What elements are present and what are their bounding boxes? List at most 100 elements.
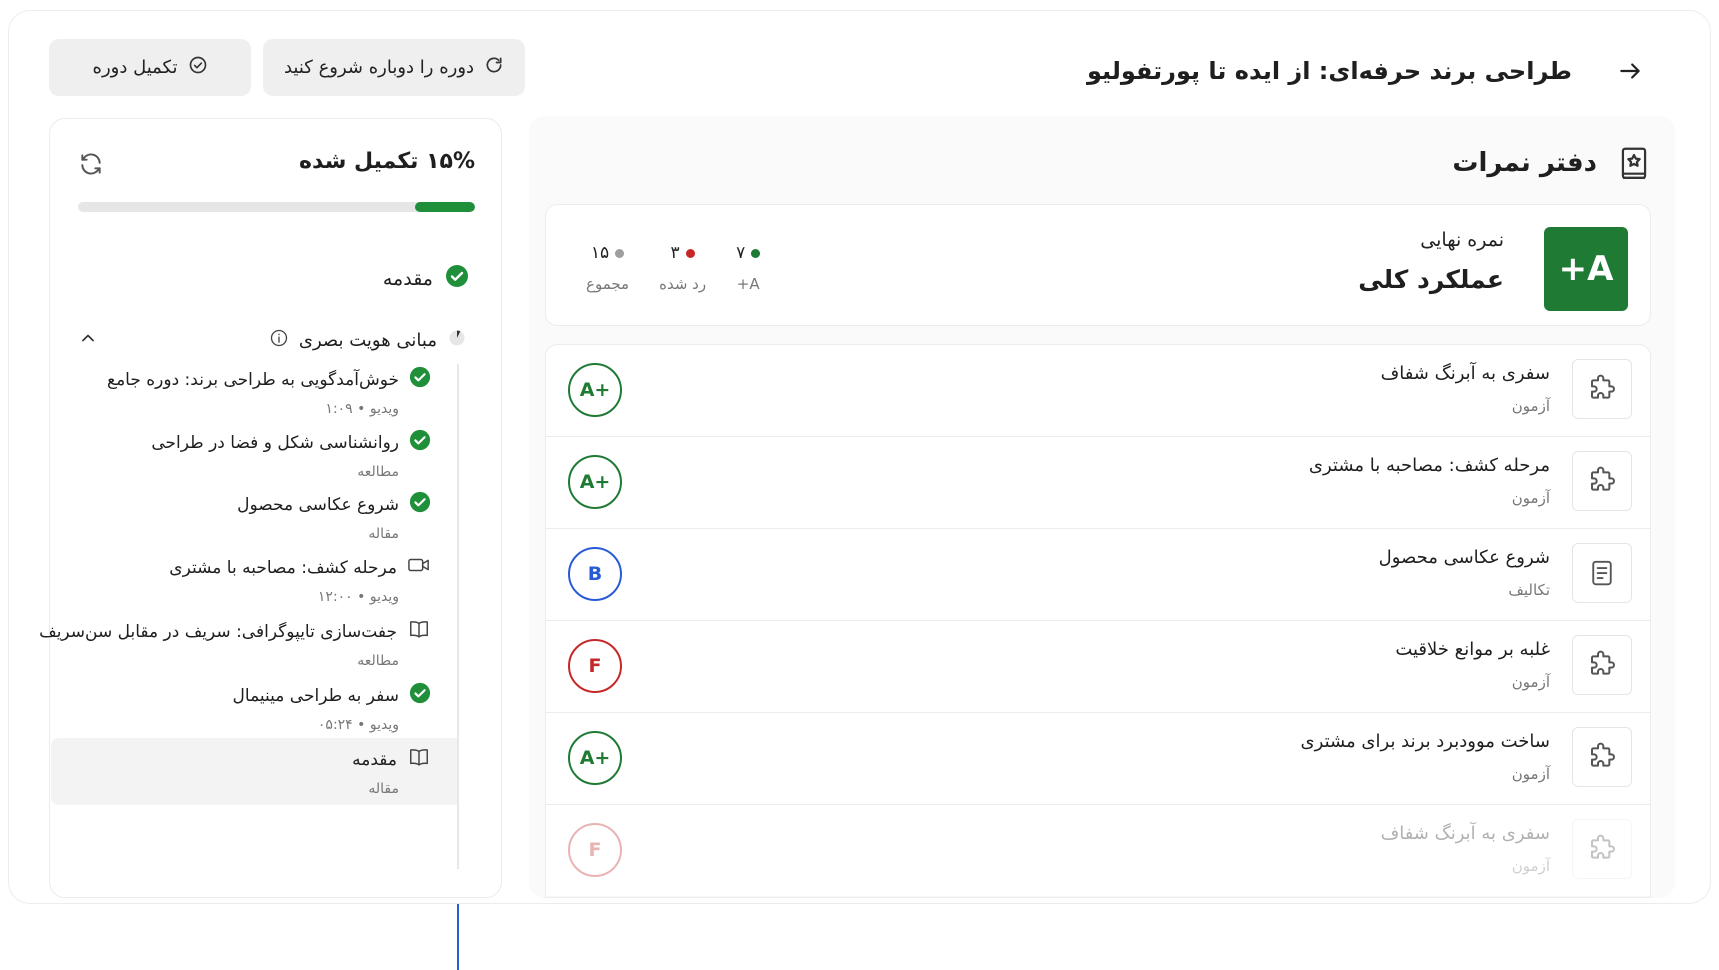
puzzle-icon [1572,635,1632,695]
gradebook-panel: دفتر نمرات A+ نمره نهایی عملکرد کلی ۷ A+ ۳… [529,116,1675,898]
course-outline-panel: ۱۵% تکمیل شده مقدمه مبانی هویت بصری [39,118,502,970]
stat-value: ۱۵ [590,243,610,263]
grade-badge: B [568,547,622,601]
grade-item-title: مرحله کشف: مصاحبه با مشتری [1308,455,1550,476]
grade-item-type: تکالیف [1508,581,1550,599]
restart-course-button[interactable]: دوره را دوباره شروع کنید [263,39,525,96]
lesson-title-row: مرحله کشف: مصاحبه با مشتری [169,554,431,581]
check-circle-outline-icon [188,55,208,80]
lesson-title: خوش‌آمدگویی به طراحی برند: دوره جامع [107,369,399,390]
grade-item-type: آزمون [1511,673,1550,691]
grade-item-title: ساخت موودبرد برند برای مشتری [1300,731,1550,752]
complete-course-button[interactable]: تکمیل دوره [49,39,251,96]
grade-stat: ۳ رد شده [659,243,706,293]
lesson-title: مرحله کشف: مصاحبه با مشتری [169,557,397,578]
final-grade-badge: A+ [1544,227,1628,311]
info-icon[interactable] [269,328,289,353]
video-icon [407,554,431,581]
puzzle-icon [1572,451,1632,511]
overall-performance-label: عملکرد کلی [1358,265,1504,294]
progress-bar [78,202,475,212]
grade-summary-card: A+ نمره نهایی عملکرد کلی ۷ A+ ۳ رد شده ۱۵ مجم… [545,204,1651,326]
lesson-title: سفر به طراحی مینیمال [232,685,399,706]
lesson-item[interactable]: مرحله کشف: مصاحبه با مشتری ویدیو • ۱۲:۰۰ [169,554,431,605]
final-grade-label: نمره نهایی [1420,229,1504,251]
grade-item-type: آزمون [1511,857,1550,875]
grade-row[interactable]: شروع عکاسی محصول تکالیف B [546,529,1650,621]
grade-item-type: آزمون [1511,765,1550,783]
lesson-item[interactable]: مقدمه مقاله [51,738,457,805]
restart-icon [484,55,504,80]
stat-value-row: ۱۵ [590,243,625,263]
grade-badge: F [568,639,622,693]
check-circle-icon [409,429,431,456]
progress-label: ۱۵% تکمیل شده [299,149,475,174]
grade-item-type: آزمون [1511,489,1550,507]
gradebook-title: دفتر نمرات [1452,148,1597,178]
puzzle-icon [1572,359,1632,419]
outline-item-label: مقدمه [382,267,433,290]
lesson-title-row: سفر به طراحی مینیمال [233,682,431,709]
grade-item-title: غلبه بر موانع خلاقیت [1395,639,1550,660]
lesson-meta: مطالعه [357,464,399,480]
check-circle-icon [409,491,431,518]
grade-stats: ۷ A+ ۳ رد شده ۱۵ مجموع [586,243,761,293]
module-progress-icon [447,328,467,353]
lesson-title-row: جفت‌سازی تایپوگرافی: سریف در مقابل سن‌سر… [39,618,431,645]
stat-value-row: ۳ [671,243,695,263]
grade-stat: ۷ A+ [736,243,761,293]
puzzle-icon [1572,819,1632,879]
lesson-item[interactable]: سفر به طراحی مینیمال ویدیو • ۰۵:۲۴ [233,682,431,733]
lesson-item[interactable]: خوش‌آمدگویی به طراحی برند: دوره جامع ویدی… [107,366,431,417]
grade-row[interactable]: سفری به آبرنگ شفاف آزمون F [546,805,1650,897]
check-circle-icon [409,682,431,709]
grade-item-title: سفری به آبرنگ شفاف [1380,363,1550,384]
grade-row[interactable]: سفری به آبرنگ شفاف آزمون A+ [546,345,1650,437]
lesson-item[interactable]: روانشناسی شکل و فضا در طراحی مطالعه [151,429,431,480]
module-title: مبانی هویت بصری [298,329,437,351]
grade-row[interactable]: مرحله کشف: مصاحبه با مشتری آزمون A+ [546,437,1650,529]
document-icon [1572,543,1632,603]
grade-badge: A+ [568,731,622,785]
chevron-up-icon[interactable] [78,328,98,353]
stat-label: A+ [736,275,760,293]
lesson-item[interactable]: شروع عکاسی محصول مقاله [237,491,431,542]
stat-label: رد شده [659,275,707,293]
stat-value: ۷ [736,243,746,263]
progress-bar-fill [415,202,475,212]
refresh-icon[interactable] [78,151,104,177]
grade-row[interactable]: ساخت موودبرد برند برای مشتری آزمون A+ [546,713,1650,805]
app-frame: طراحی برند حرفه‌ای: از ایده تا پورتفولیو… [8,10,1711,970]
back-arrow-icon[interactable] [1612,53,1648,89]
stat-dot [751,248,761,258]
grade-badge: A+ [568,363,622,417]
stat-label: مجموع [586,275,630,293]
lesson-title-row: مقدمه [352,746,431,773]
puzzle-icon [1572,727,1632,787]
lesson-meta: ویدیو • ۰۵:۲۴ [317,717,399,733]
lesson-meta: مقاله [368,526,399,542]
grade-badge: A+ [568,455,622,509]
stat-value: ۳ [670,243,680,263]
grade-row[interactable]: غلبه بر موانع خلاقیت آزمون F [546,621,1650,713]
lesson-title-row: خوش‌آمدگویی به طراحی برند: دوره جامع [107,366,431,393]
lesson-title: مقدمه [352,749,397,770]
lesson-meta: ویدیو • ۱:۰۹ [325,401,399,417]
gradebook-icon [1617,146,1651,182]
grade-badge: F [568,823,622,877]
lesson-title: شروع عکاسی محصول [237,494,399,515]
active-lesson-indicator [457,904,459,970]
grade-item-title: سفری به آبرنگ شفاف [1380,823,1550,844]
lesson-meta: مطالعه [357,653,399,669]
grade-item-title: شروع عکاسی محصول [1378,547,1550,568]
book-icon [407,746,431,773]
grade-stat: ۱۵ مجموع [586,243,629,293]
stat-dot [615,248,625,258]
course-title: طراحی برند حرفه‌ای: از ایده تا پورتفولیو [1086,57,1572,85]
graded-items-list: سفری به آبرنگ شفاف آزمون A+ مرحله کشف: مصاح… [545,344,1651,898]
lesson-meta: مقاله [368,781,399,797]
outline-item-intro[interactable]: مقدمه [383,264,469,293]
lesson-item[interactable]: جفت‌سازی تایپوگرافی: سریف در مقابل سن‌سر… [39,618,431,669]
module-header[interactable]: مبانی هویت بصری [74,322,467,358]
lesson-list: خوش‌آمدگویی به طراحی برند: دوره جامع ویدی… [39,364,459,970]
